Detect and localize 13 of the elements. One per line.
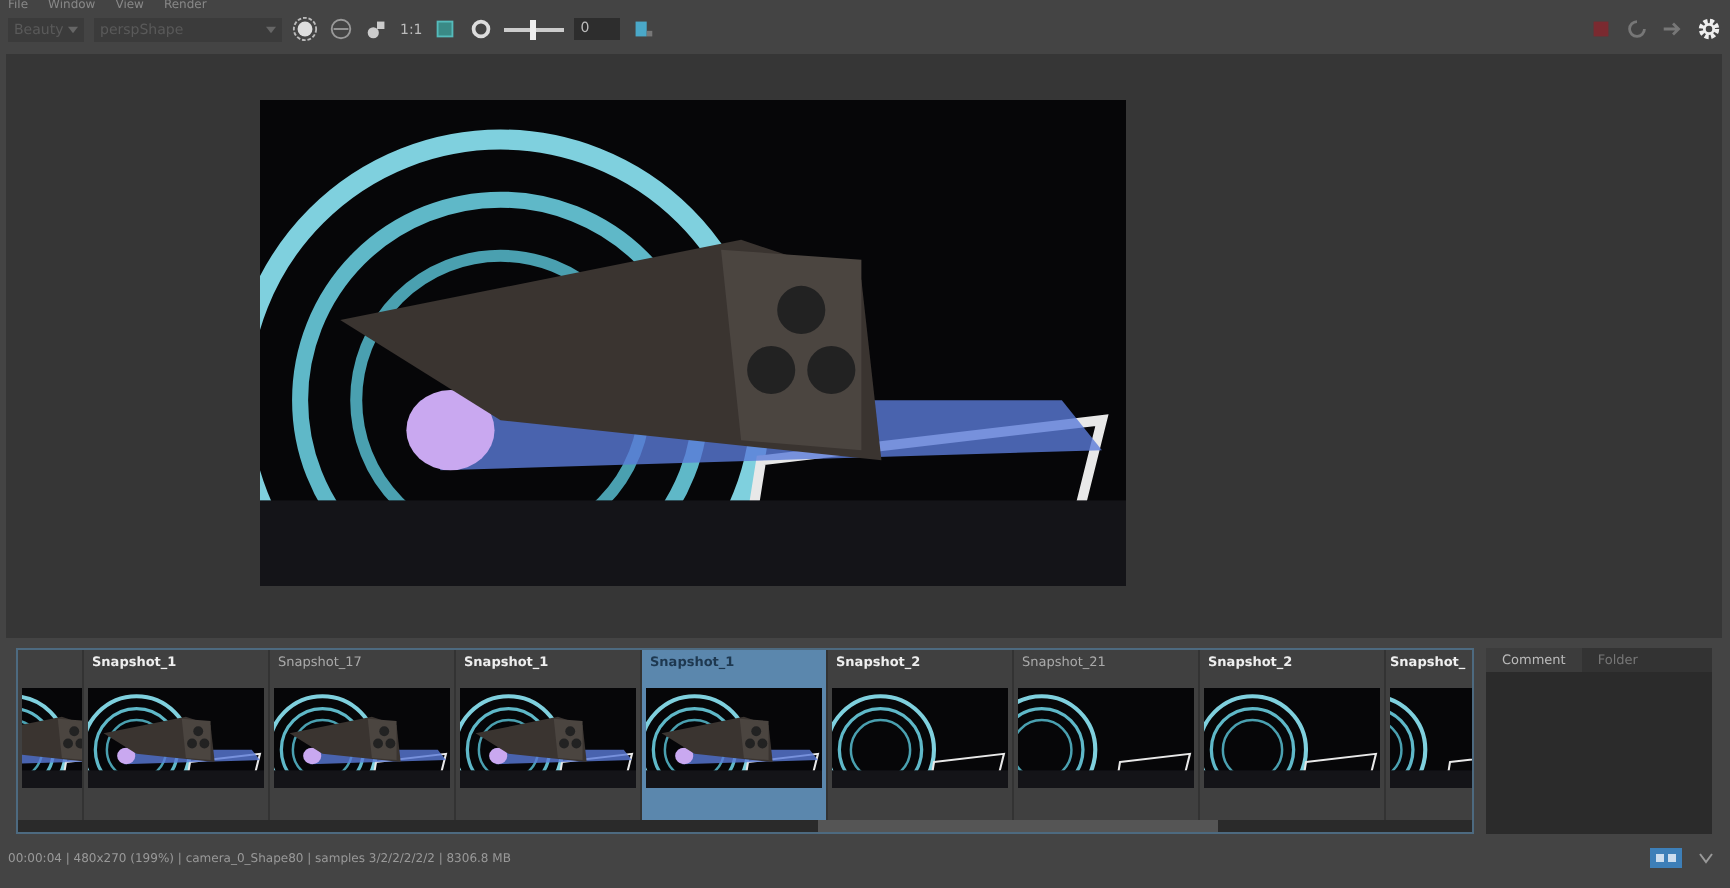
aperture-icon[interactable] xyxy=(292,16,318,42)
view-toggle-icon[interactable] xyxy=(1650,848,1682,868)
exposure-icon xyxy=(468,16,495,42)
scrollbar[interactable] xyxy=(18,820,1472,832)
caret-icon xyxy=(266,25,276,33)
circle-minus-icon[interactable] xyxy=(328,16,354,42)
caret-icon xyxy=(68,25,78,33)
frame-icon[interactable] xyxy=(432,16,459,42)
refresh-icon[interactable] xyxy=(1624,16,1650,42)
slider-thumb[interactable] xyxy=(529,19,536,39)
settings-icon[interactable] xyxy=(1696,16,1722,42)
shapes-icon[interactable] xyxy=(364,16,390,42)
snapshot-tile[interactable] xyxy=(18,650,84,820)
